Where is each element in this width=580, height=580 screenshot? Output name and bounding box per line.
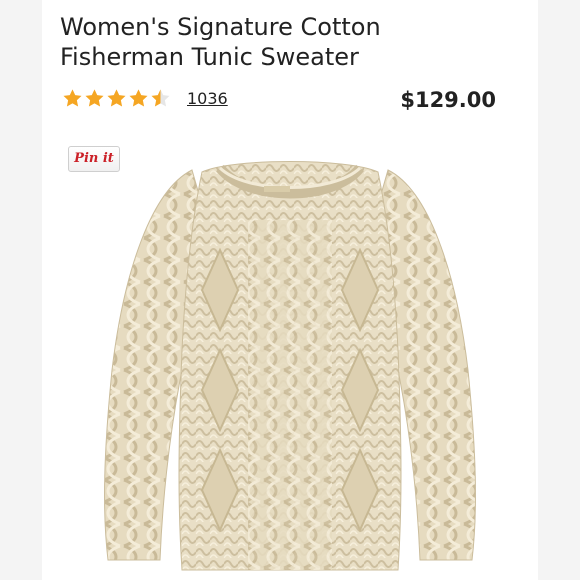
page-margin-left [0,0,42,580]
product-image[interactable] [42,150,538,580]
review-count-link[interactable]: 1036 [187,89,228,108]
star-icon [107,89,126,107]
sweater-diamond-pattern-left [200,247,240,533]
star-icon [63,89,82,107]
product-title-line-1: Women's Signature Cotton [60,13,381,41]
star-icon [85,89,104,107]
rating-row: 1036 [62,88,228,109]
star-rating [62,88,171,109]
product-title: Women's Signature Cotton Fisherman Tunic… [60,12,500,72]
sweater-label-tag [264,186,290,192]
star-icon [129,89,148,107]
page-margin-right [538,0,580,580]
star-half-icon [151,89,170,107]
product-title-line-2: Fisherman Tunic Sweater [60,43,359,71]
product-card: Women's Signature Cotton Fisherman Tunic… [42,0,538,580]
product-price: $129.00 [400,88,496,112]
sweater-diamond-pattern-right [340,247,380,533]
pinterest-pin-it-button[interactable]: Pin it [68,146,120,172]
sweater-center-cable [248,220,332,570]
